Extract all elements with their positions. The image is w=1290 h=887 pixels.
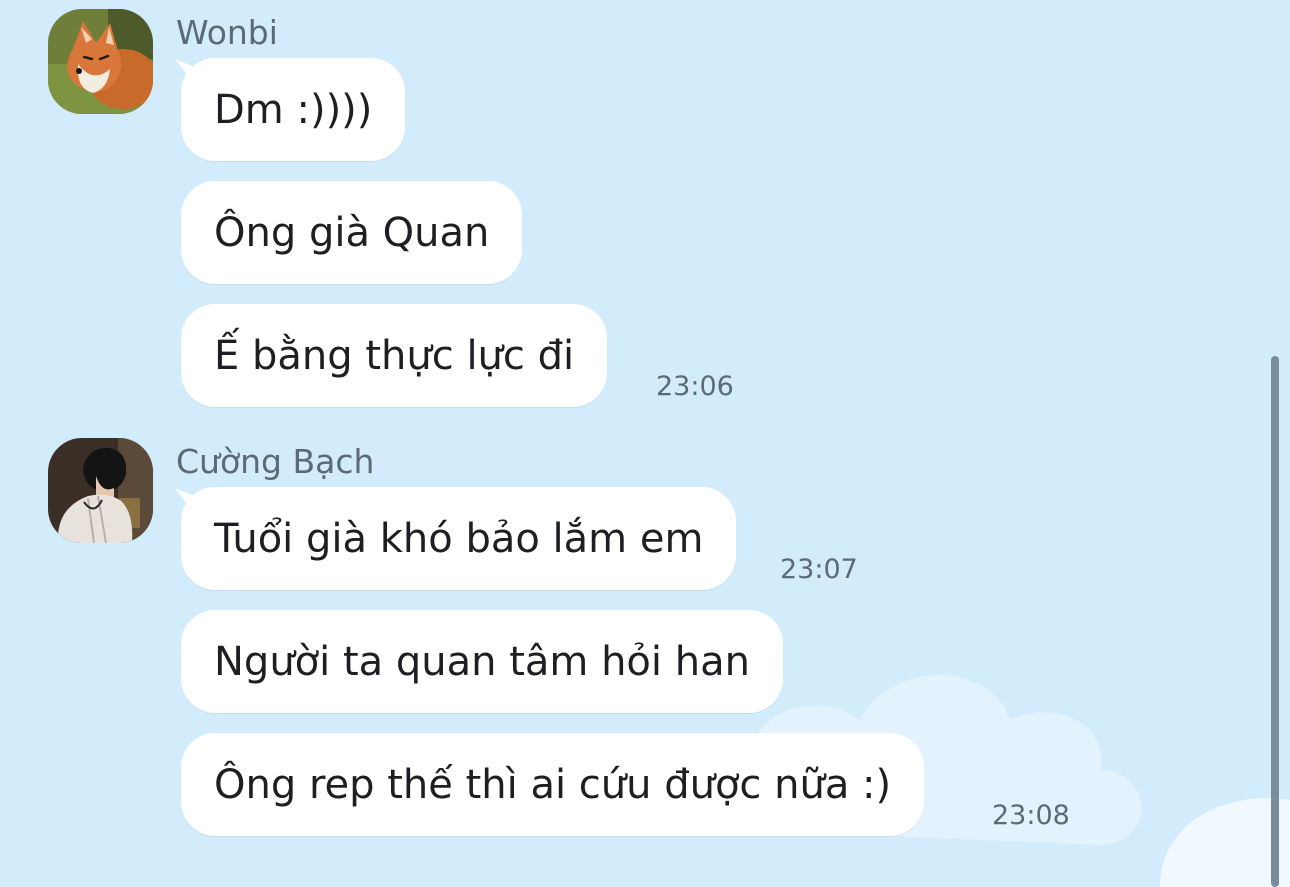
- message-timestamp: 23:06: [656, 371, 734, 402]
- message-bubble[interactable]: Tuổi già khó bảo lắm em: [181, 487, 737, 590]
- message-bubble[interactable]: Ông già Quan: [181, 181, 523, 284]
- message-timestamp: 23:07: [780, 554, 858, 585]
- message-text: Ông rep thế thì ai cứu được nữa :): [214, 761, 892, 808]
- message-text: Người ta quan tâm hỏi han: [214, 638, 750, 685]
- message-bubble[interactable]: Ế bằng thực lực đi: [181, 304, 608, 407]
- chat-message-list[interactable]: Wonbi Dm :)))) Ông già Quan Ế bằng thực …: [0, 0, 1290, 887]
- sender-avatar-wonbi[interactable]: [48, 9, 153, 114]
- fox-photo-avatar-icon: [48, 9, 153, 114]
- message-text: Ế bằng thực lực đi: [214, 332, 575, 379]
- message-bubble[interactable]: Ông rep thế thì ai cứu được nữa :): [181, 733, 925, 836]
- sender-avatar-cuong-bach[interactable]: [48, 438, 153, 543]
- message-text: Ông già Quan: [214, 209, 490, 256]
- sender-name: Wonbi: [176, 13, 278, 52]
- message-text: Dm :)))): [214, 86, 373, 133]
- message-bubble[interactable]: Người ta quan tâm hỏi han: [181, 610, 783, 713]
- message-text: Tuổi già khó bảo lắm em: [214, 515, 704, 562]
- message-bubble[interactable]: Dm :)))): [181, 58, 406, 161]
- vertical-scrollbar[interactable]: [1271, 356, 1279, 887]
- sender-name: Cường Bạch: [176, 442, 375, 481]
- message-timestamp: 23:08: [992, 800, 1070, 831]
- person-photo-avatar-icon: [48, 438, 153, 543]
